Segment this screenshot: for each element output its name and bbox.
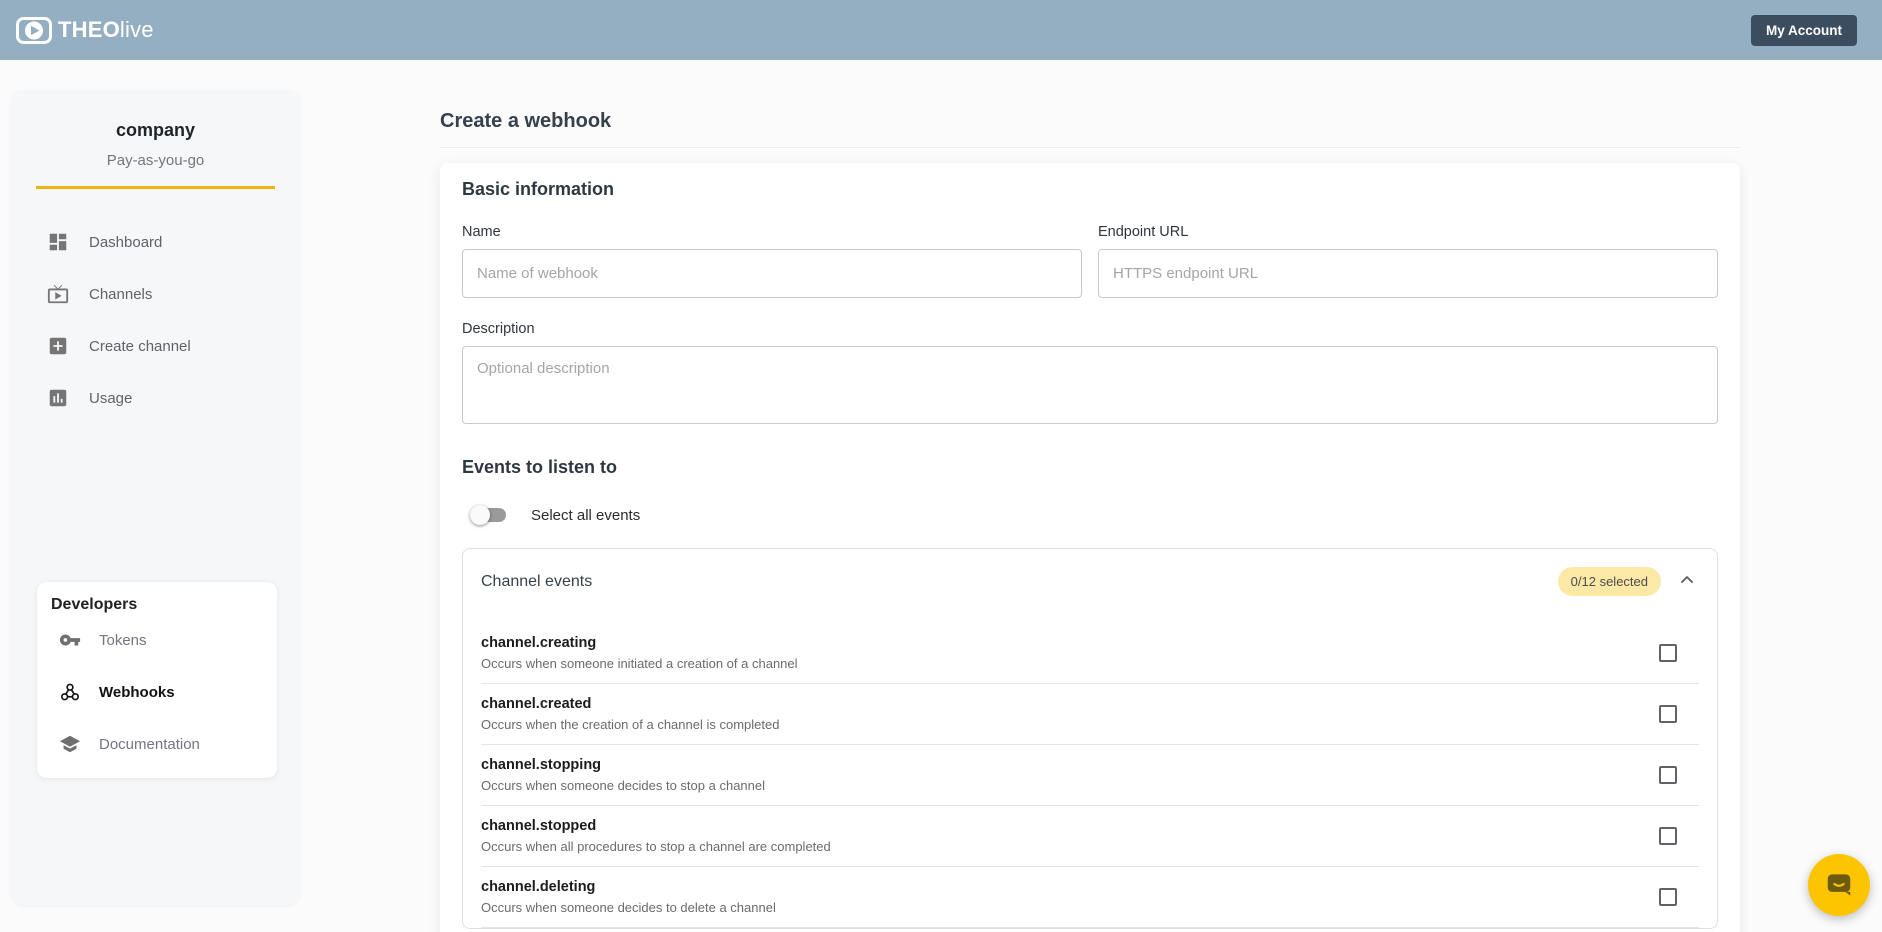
- basic-information-heading: Basic information: [462, 179, 1718, 200]
- brand-name: THEOlive: [58, 17, 154, 43]
- add-box-icon: [47, 335, 69, 357]
- event-text: channel.stopping Occurs when someone dec…: [481, 757, 1659, 793]
- title-divider: [440, 147, 1740, 148]
- channel-events-panel: Channel events 0/12 selected channel.cre…: [462, 548, 1718, 929]
- name-input[interactable]: [462, 249, 1082, 298]
- sidebar-item-label: Documentation: [99, 736, 200, 753]
- chevron-up-icon: [1677, 570, 1697, 590]
- event-description: Occurs when someone decides to delete a …: [481, 900, 1659, 915]
- event-description: Occurs when the creation of a channel is…: [481, 717, 1659, 732]
- sidebar-item-dashboard[interactable]: Dashboard: [12, 216, 299, 268]
- sidebar-item-label: Tokens: [99, 632, 147, 649]
- event-description: Occurs when someone initiated a creation…: [481, 656, 1659, 671]
- page-title: Create a webhook: [440, 110, 611, 133]
- event-checkbox[interactable]: [1659, 888, 1677, 906]
- select-all-toggle[interactable]: [472, 505, 506, 525]
- event-row: channel.created Occurs when the creation…: [481, 683, 1699, 744]
- sidebar-item-label: Channels: [89, 286, 152, 303]
- sidebar-item-usage[interactable]: Usage: [12, 372, 299, 424]
- selected-count-badge: 0/12 selected: [1558, 567, 1661, 596]
- chat-bubble-icon: [1824, 870, 1854, 900]
- sidebar-item-label: Create channel: [89, 338, 191, 355]
- sidebar-item-webhooks[interactable]: Webhooks: [49, 666, 265, 718]
- description-field-group: Description: [462, 321, 1718, 429]
- top-header: THEOlive My Account: [0, 0, 1882, 60]
- sidebar: company Pay-as-you-go Dashboard Channels…: [12, 90, 299, 905]
- name-label: Name: [462, 224, 1082, 240]
- events-heading: Events to listen to: [462, 457, 1718, 478]
- dashboard-icon: [47, 231, 69, 253]
- event-checkbox[interactable]: [1659, 827, 1677, 845]
- channel-events-header: Channel events 0/12 selected: [481, 567, 1699, 596]
- event-name: channel.stopping: [481, 757, 1659, 773]
- sidebar-item-tokens[interactable]: Tokens: [49, 614, 265, 666]
- sidebar-item-label: Dashboard: [89, 234, 162, 251]
- sidebar-accent-divider: [36, 186, 275, 189]
- webhook-icon: [59, 681, 81, 703]
- developers-title: Developers: [49, 596, 265, 614]
- bar-chart-icon: [47, 387, 69, 409]
- event-text: channel.stopped Occurs when all procedur…: [481, 818, 1659, 854]
- key-icon: [59, 629, 81, 651]
- endpoint-url-input[interactable]: [1098, 249, 1718, 298]
- event-name: channel.deleting: [481, 879, 1659, 895]
- description-label: Description: [462, 321, 1718, 337]
- event-name: channel.created: [481, 696, 1659, 712]
- select-all-label: Select all events: [531, 507, 640, 524]
- sidebar-nav: Dashboard Channels Create channel Usage: [12, 216, 299, 424]
- endpoint-field-group: Endpoint URL: [1098, 224, 1718, 298]
- description-input[interactable]: [462, 346, 1718, 424]
- event-text: channel.creating Occurs when someone ini…: [481, 635, 1659, 671]
- plan-label: Pay-as-you-go: [12, 152, 299, 169]
- name-field-group: Name: [462, 224, 1082, 298]
- company-name: company: [12, 120, 299, 141]
- event-checkbox[interactable]: [1659, 766, 1677, 784]
- select-all-row: Select all events: [462, 505, 1718, 525]
- developers-card: Developers Tokens Webhooks Documentation: [37, 582, 277, 778]
- theolive-logo[interactable]: THEOlive: [16, 17, 154, 44]
- live-tv-icon: [47, 283, 69, 305]
- endpoint-url-label: Endpoint URL: [1098, 224, 1718, 240]
- sidebar-item-channels[interactable]: Channels: [12, 268, 299, 320]
- my-account-button[interactable]: My Account: [1751, 15, 1857, 46]
- event-description: Occurs when someone decides to stop a ch…: [481, 778, 1659, 793]
- sidebar-item-label: Webhooks: [99, 684, 175, 701]
- sidebar-item-create-channel[interactable]: Create channel: [12, 320, 299, 372]
- event-text: channel.created Occurs when the creation…: [481, 696, 1659, 732]
- toggle-thumb: [470, 505, 490, 525]
- event-row: channel.stopping Occurs when someone dec…: [481, 744, 1699, 805]
- event-row: channel.deleting Occurs when someone dec…: [481, 866, 1699, 928]
- chat-launcher-button[interactable]: [1808, 854, 1870, 916]
- sidebar-item-label: Usage: [89, 390, 132, 407]
- create-webhook-card: Basic information Name Endpoint URL Desc…: [440, 163, 1740, 932]
- basic-info-form: Name Endpoint URL: [462, 224, 1718, 298]
- event-checkbox[interactable]: [1659, 705, 1677, 723]
- event-list: channel.creating Occurs when someone ini…: [481, 623, 1699, 928]
- sidebar-item-documentation[interactable]: Documentation: [49, 718, 265, 770]
- collapse-panel-button[interactable]: [1675, 570, 1699, 594]
- event-row: channel.stopped Occurs when all procedur…: [481, 805, 1699, 866]
- event-row: channel.creating Occurs when someone ini…: [481, 623, 1699, 683]
- graduation-cap-icon: [59, 733, 81, 755]
- event-name: channel.stopped: [481, 818, 1659, 834]
- event-text: channel.deleting Occurs when someone dec…: [481, 879, 1659, 915]
- event-description: Occurs when all procedures to stop a cha…: [481, 839, 1659, 854]
- play-logo-icon: [16, 17, 52, 44]
- event-checkbox[interactable]: [1659, 644, 1677, 662]
- event-name: channel.creating: [481, 635, 1659, 651]
- channel-events-title: Channel events: [481, 573, 592, 591]
